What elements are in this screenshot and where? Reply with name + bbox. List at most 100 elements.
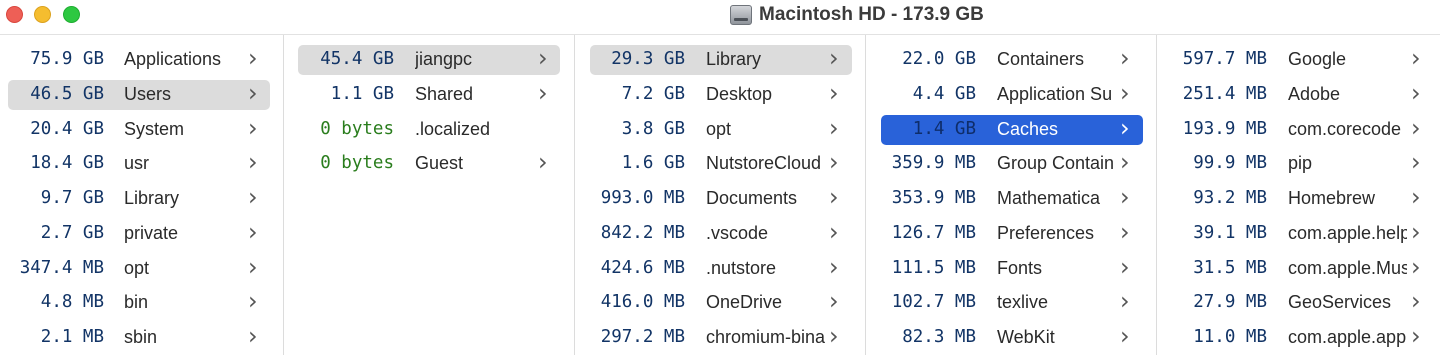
item-size: 251.4 MB — [1182, 83, 1267, 104]
item-size: 1.1 GB — [330, 83, 394, 104]
chevron-right-icon: › — [248, 113, 258, 142]
chevron-right-icon: › — [829, 322, 839, 350]
list-item[interactable]: 353.9 MB Mathematica › — [881, 184, 1143, 214]
list-item[interactable]: 93.2 MB Homebrew › — [1172, 184, 1434, 214]
list-item[interactable]: 22.0 GB Containers › — [881, 45, 1143, 75]
list-item[interactable]: 9.7 GB Library › — [8, 184, 270, 214]
list-item[interactable]: 297.2 MB chromium-bina › — [590, 323, 852, 353]
chevron-right-icon: › — [248, 148, 258, 177]
item-name: Guest — [415, 153, 464, 174]
list-item[interactable]: 1.4 GB Caches › — [881, 114, 1143, 145]
item-size: 359.9 MB — [891, 153, 976, 174]
item-name: Google — [1288, 49, 1347, 69]
item-name: com.apple.help — [1288, 222, 1407, 243]
list-item[interactable]: 0 bytes Guest › — [298, 149, 560, 179]
list-item[interactable]: 597.7 MB Google › — [1172, 45, 1434, 75]
chevron-right-icon: › — [1411, 252, 1421, 281]
chevron-right-icon: › — [829, 217, 839, 246]
chevron-right-icon: › — [538, 44, 548, 72]
chevron-right-icon: › — [1120, 217, 1130, 246]
item-size: 93.2 MB — [1193, 188, 1267, 208]
item-name: com.apple.app — [1288, 327, 1407, 347]
chevron-right-icon: › — [829, 113, 839, 142]
item-name: Fonts — [997, 257, 1043, 278]
list-item[interactable]: 11.0 MB com.apple.app › — [1172, 323, 1434, 353]
chevron-right-icon: › — [538, 148, 548, 177]
browser-column-3: 29.3 GB Library › 7.2 GB Desktop › 3.8 GB opt › 1… — [575, 35, 866, 355]
title-bar: Macintosh HD - 173.9 GB — [0, 0, 1440, 34]
list-item[interactable]: 193.9 MB com.corecode › — [1172, 115, 1434, 145]
list-item[interactable]: 29.3 GB Library › — [590, 45, 852, 75]
column-browser: 75.9 GB Applications › 46.5 GB Users › 20.4 GB… — [0, 34, 1440, 355]
list-item[interactable]: 45.4 GB jiangpc › — [298, 45, 560, 75]
list-item[interactable]: 27.9 MB GeoServices › — [1172, 288, 1434, 318]
list-item[interactable]: 39.1 MB com.apple.help › — [1172, 219, 1434, 249]
list-item[interactable]: 2.7 GB private › — [8, 219, 270, 249]
item-size: 2.7 GB — [40, 222, 104, 243]
chevron-right-icon: › — [248, 287, 258, 316]
list-item[interactable]: 46.5 GB Users › — [8, 78, 270, 110]
list-item[interactable]: 126.7 MB Preferences › — [881, 219, 1143, 249]
chevron-right-icon: › — [1411, 183, 1421, 211]
list-item[interactable]: 842.2 MB .vscode › — [590, 219, 852, 249]
item-size: 111.5 MB — [891, 257, 976, 278]
chevron-right-icon: › — [248, 44, 258, 72]
item-name: WebKit — [997, 327, 1055, 347]
chevron-right-icon: › — [538, 78, 548, 107]
list-item[interactable]: 2.1 MB sbin › — [8, 323, 270, 353]
close-window-button[interactable] — [6, 6, 23, 23]
item-name: Mathematica — [997, 188, 1101, 208]
list-item[interactable]: 993.0 MB Documents › — [590, 184, 852, 214]
minimize-window-button[interactable] — [34, 6, 51, 23]
list-item[interactable]: 31.5 MB com.apple.Mus › — [1172, 254, 1434, 284]
chevron-right-icon: › — [829, 287, 839, 316]
item-size: 20.4 GB — [30, 118, 104, 139]
chevron-right-icon: › — [248, 78, 258, 107]
list-item[interactable]: 82.3 MB WebKit › — [881, 323, 1143, 353]
list-item[interactable]: 75.9 GB Applications › — [8, 45, 270, 75]
zoom-window-button[interactable] — [63, 6, 80, 23]
item-name: OneDrive — [706, 292, 783, 313]
item-size: 193.9 MB — [1182, 118, 1267, 139]
list-item[interactable]: 4.8 MB bin › — [8, 288, 270, 318]
item-name: System — [124, 118, 185, 139]
item-name: texlive — [997, 292, 1049, 313]
item-size: 99.9 MB — [1193, 153, 1267, 174]
item-name: NutstoreCloud — [706, 153, 822, 174]
list-item[interactable]: 416.0 MB OneDrive › — [590, 288, 852, 318]
list-item[interactable]: 99.9 MB pip › — [1172, 149, 1434, 179]
item-size: 424.6 MB — [600, 257, 685, 278]
list-item[interactable]: 1.6 GB NutstoreCloud › — [590, 149, 852, 179]
list-item[interactable]: 4.4 GB Application Su › — [881, 80, 1143, 110]
item-name: Users — [124, 83, 172, 104]
item-name: private — [124, 222, 179, 243]
item-name: Library — [124, 188, 180, 208]
list-item[interactable]: 1.1 GB Shared › — [298, 80, 560, 110]
item-size: 102.7 MB — [891, 292, 976, 313]
item-name: Applications — [124, 49, 222, 69]
list-item[interactable]: 347.4 MB opt › — [8, 254, 270, 284]
list-item[interactable]: 102.7 MB texlive › — [881, 288, 1143, 318]
item-size: 2.1 MB — [40, 327, 104, 347]
list-item[interactable]: 111.5 MB Fonts › — [881, 254, 1143, 284]
chevron-right-icon: › — [1120, 183, 1130, 211]
item-name: usr — [124, 153, 150, 174]
item-name: opt — [124, 257, 150, 278]
hard-drive-icon — [730, 5, 752, 25]
list-item[interactable]: 0 bytes .localized — [298, 115, 560, 145]
list-item[interactable]: 359.9 MB Group Contain › — [881, 149, 1143, 179]
item-name: bin — [124, 292, 149, 313]
list-item[interactable]: 20.4 GB System › — [8, 115, 270, 145]
list-item[interactable]: 424.6 MB .nutstore › — [590, 254, 852, 284]
browser-column-2: 45.4 GB jiangpc › 1.1 GB Shared › 0 bytes .loca… — [284, 35, 575, 355]
list-item[interactable]: 18.4 GB usr › — [8, 149, 270, 179]
list-item[interactable]: 251.4 MB Adobe › — [1172, 80, 1434, 110]
list-item[interactable]: 7.2 GB Desktop › — [590, 80, 852, 110]
chevron-right-icon: › — [1411, 78, 1421, 107]
item-size: 4.8 MB — [40, 292, 104, 313]
item-size: 75.9 GB — [30, 49, 104, 69]
item-size: 39.1 MB — [1193, 222, 1267, 243]
list-item[interactable]: 3.8 GB opt › — [590, 115, 852, 145]
chevron-right-icon: › — [1120, 287, 1130, 316]
item-name: Homebrew — [1288, 188, 1376, 208]
